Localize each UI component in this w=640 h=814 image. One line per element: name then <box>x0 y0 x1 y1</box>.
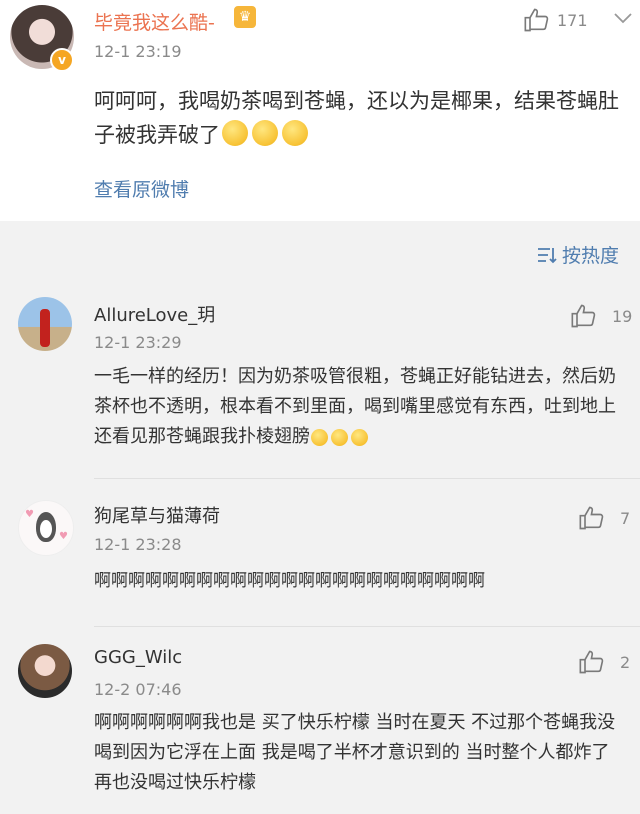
comment-username[interactable]: 狗尾草与猫薄荷 <box>94 502 220 528</box>
like-count: 2 <box>620 652 631 672</box>
avatar[interactable] <box>18 297 72 351</box>
comment-text: 一毛一样的经历！因为奶茶吸管很粗，苍蝇正好能钻进去，然后奶茶杯也不透明，根本看不… <box>94 362 624 452</box>
crown-icon: ♛ <box>234 6 256 28</box>
comment-username[interactable]: GGG_Wilc <box>94 647 182 668</box>
rolling-eyes-emoji-icon <box>331 429 348 446</box>
sort-by-hot-button[interactable]: 按热度 <box>536 241 619 268</box>
comment-time: 12-2 07:46 <box>94 680 182 699</box>
avatar[interactable]: ♥ ♥ <box>18 500 74 556</box>
post-time: 12-1 23:19 <box>94 42 182 61</box>
like-count: 19 <box>612 306 633 326</box>
rolling-eyes-emoji-icon <box>351 429 368 446</box>
thumbs-up-icon <box>579 506 604 530</box>
comment-like-button[interactable]: 7 <box>578 504 630 532</box>
comment-text: 啊啊啊啊啊啊啊啊啊啊啊啊啊啊啊啊啊啊啊啊啊啊啊 <box>94 571 485 591</box>
rolling-eyes-emoji-icon <box>311 429 328 446</box>
comment-username[interactable]: AllureLove_玥 <box>94 301 215 327</box>
avatar[interactable] <box>18 644 72 698</box>
comment-text: 啊啊啊啊啊啊我也是 买了快乐柠檬 当时在夏天 不过那个苍蝇我没喝到因为它浮在上面… <box>94 712 616 793</box>
view-original-link[interactable]: 查看原微博 <box>94 175 189 202</box>
comment-time: 12-1 23:28 <box>94 535 182 554</box>
divider <box>94 478 640 479</box>
thumbs-up-icon <box>571 304 596 328</box>
chevron-down-icon <box>614 13 632 24</box>
thumbs-up-icon <box>524 8 549 32</box>
like-count: 7 <box>620 508 631 528</box>
post-text: 呵呵呵，我喝奶茶喝到苍蝇，还以为是椰果，结果苍蝇肚子被我弄破了 <box>94 84 624 152</box>
comment-time: 12-1 23:29 <box>94 333 182 352</box>
more-button[interactable] <box>612 10 634 26</box>
comment-like-button[interactable]: 19 <box>570 302 632 330</box>
username[interactable]: 毕竟我这么酷- <box>94 8 215 35</box>
original-post: v 毕竟我这么酷- ♛ 12-1 23:19 171 呵呵呵，我喝奶茶喝到苍蝇，… <box>0 0 640 221</box>
sort-label: 按热度 <box>562 245 620 267</box>
sort-icon <box>538 247 557 263</box>
verified-badge-icon: v <box>50 48 74 72</box>
divider <box>94 626 640 627</box>
like-button[interactable]: 171 <box>523 6 588 34</box>
thumbs-up-icon <box>579 650 604 674</box>
smile-emoji-icon <box>252 120 278 146</box>
post-text-content: 呵呵呵，我喝奶茶喝到苍蝇，还以为是椰果，结果苍蝇肚子被我弄破了 <box>94 89 619 147</box>
smile-emoji-icon <box>282 120 308 146</box>
comment-like-button[interactable]: 2 <box>578 648 630 676</box>
like-count: 171 <box>557 10 588 30</box>
smile-emoji-icon <box>222 120 248 146</box>
